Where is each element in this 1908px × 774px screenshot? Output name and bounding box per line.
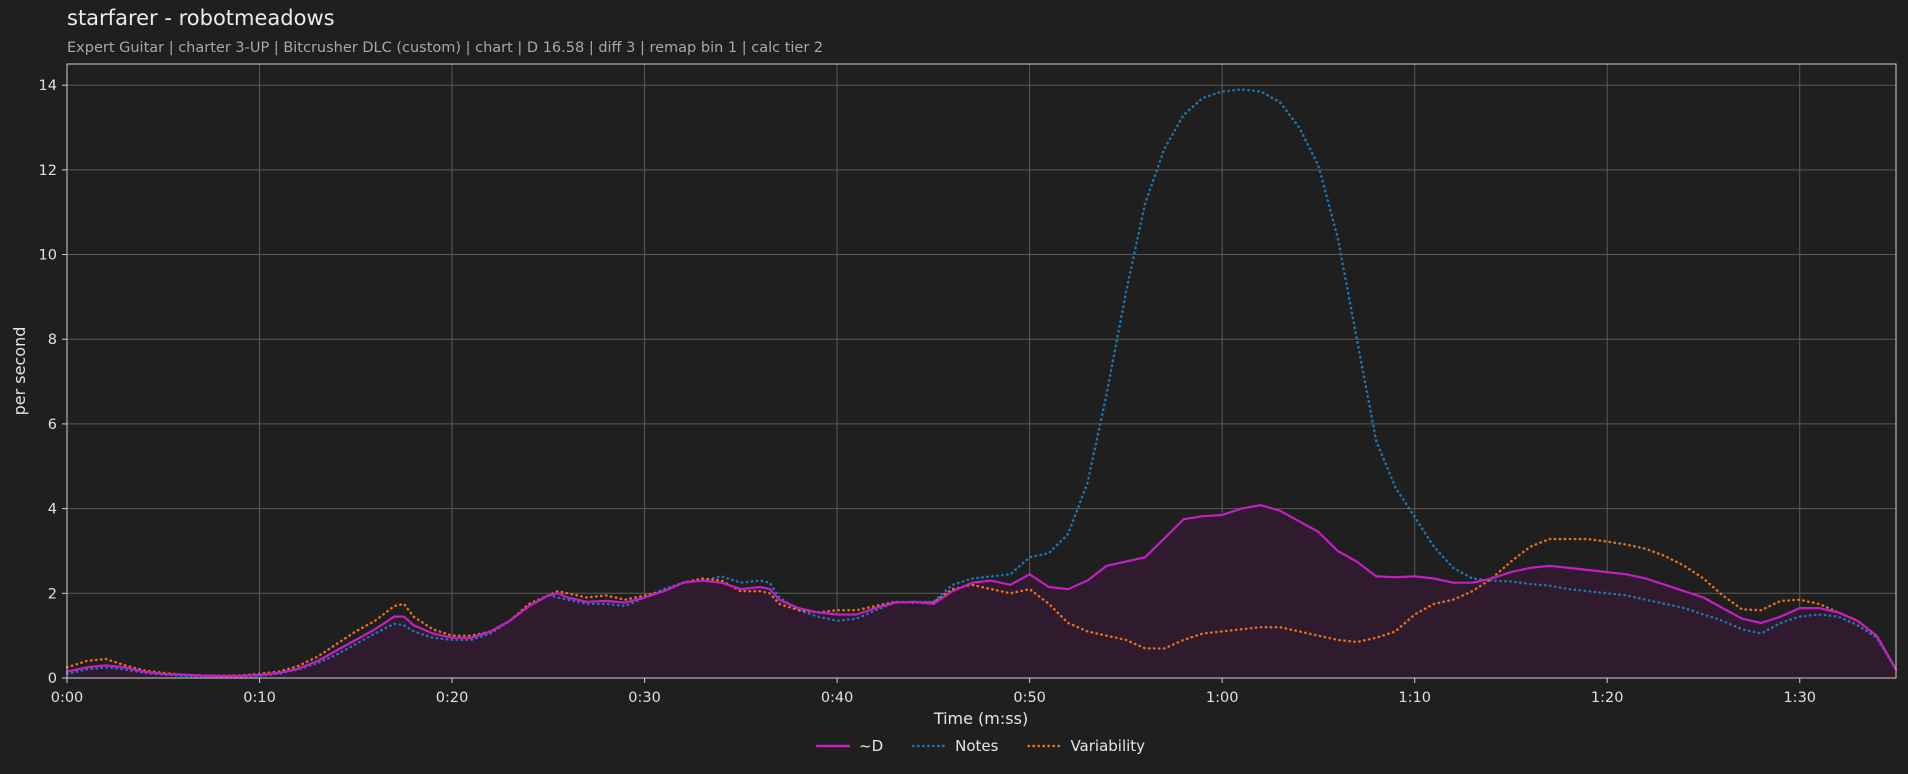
x-axis: 0:00 0:10 0:20 0:30 0:40 0:50 1:00 1:10 1:20 1:30 bbox=[51, 678, 1816, 706]
x-axis-title: Time (m:ss) bbox=[933, 709, 1028, 728]
y-tick-label: 6 bbox=[48, 417, 57, 433]
x-tick-label: 0:50 bbox=[1013, 690, 1046, 706]
legend-label-d: ~D bbox=[859, 737, 883, 755]
y-tick-label: 12 bbox=[39, 163, 57, 179]
x-tick-label: 1:10 bbox=[1398, 690, 1431, 706]
x-tick-label: 0:20 bbox=[436, 690, 469, 706]
x-tick-label: 1:00 bbox=[1206, 690, 1239, 706]
y-tick-label: 10 bbox=[39, 248, 57, 264]
x-tick-label: 1:20 bbox=[1591, 690, 1624, 706]
chart-canvas: 0:00 0:10 0:20 0:30 0:40 0:50 1:00 1:10 1:20 1:30… bbox=[10, 63, 1898, 755]
y-tick-label: 4 bbox=[48, 502, 57, 518]
x-tick-label: 0:00 bbox=[51, 690, 84, 706]
legend-label-variability: Variability bbox=[1070, 737, 1145, 755]
y-tick-label: 14 bbox=[39, 78, 57, 94]
y-tick-label: 2 bbox=[48, 586, 57, 602]
y-tick-label: 8 bbox=[48, 332, 57, 348]
x-tick-label: 0:30 bbox=[628, 690, 661, 706]
y-tick-label: 0 bbox=[48, 671, 57, 687]
y-axis-title: per second bbox=[10, 327, 29, 416]
x-tick-label: 0:40 bbox=[821, 690, 854, 706]
y-axis: 0 2 4 6 8 10 12 14 bbox=[39, 78, 67, 687]
legend-label-notes: Notes bbox=[955, 737, 999, 755]
x-tick-label: 0:10 bbox=[243, 690, 276, 706]
legend: ~D Notes Variability bbox=[815, 737, 1145, 755]
x-tick-label: 1:30 bbox=[1783, 690, 1816, 706]
